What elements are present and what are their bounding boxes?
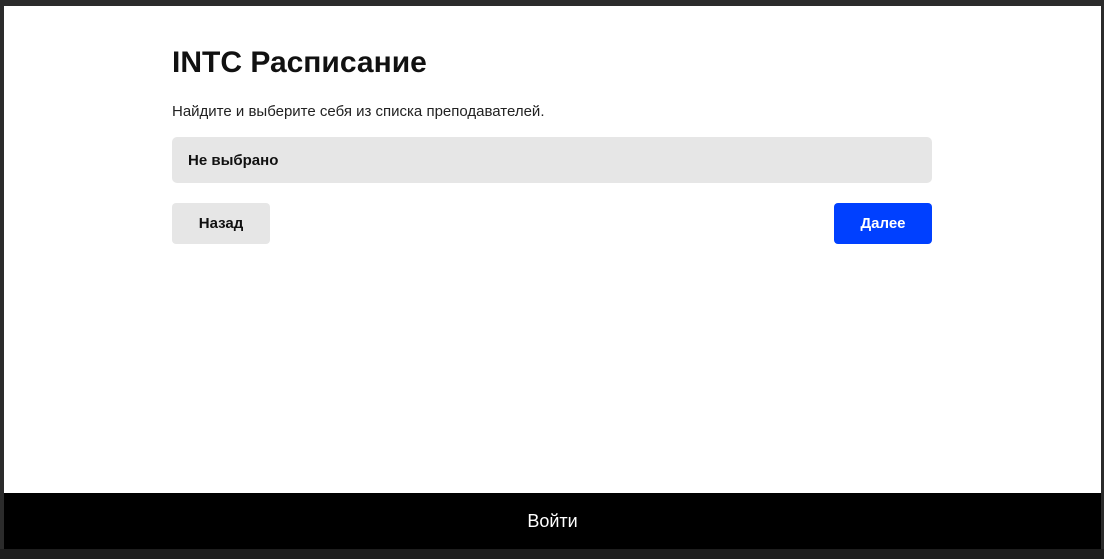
next-button[interactable]: Далее	[834, 203, 932, 244]
login-button[interactable]: Войти	[4, 493, 1101, 549]
teacher-select-value: Не выбрано	[188, 151, 279, 169]
back-button[interactable]: Назад	[172, 203, 270, 244]
page-title: INTC Расписание	[172, 46, 427, 79]
login-button-label: Войти	[527, 510, 578, 531]
page-subtitle: Найдите и выберите себя из списка препод…	[172, 103, 545, 120]
taskbar-strip	[0, 549, 1104, 559]
app-window: INTC Расписание Найдите и выберите себя …	[4, 6, 1101, 549]
teacher-select[interactable]: Не выбрано	[172, 137, 932, 183]
